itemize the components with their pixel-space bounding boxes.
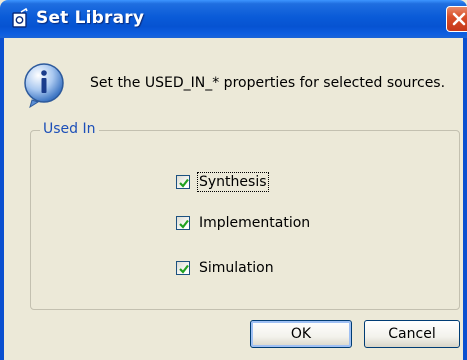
synthesis-label[interactable]: Synthesis [197, 172, 269, 192]
cancel-button[interactable]: Cancel [364, 320, 460, 348]
group-label: Used In [40, 121, 99, 137]
simulation-checkbox[interactable] [176, 261, 190, 275]
app-icon [12, 7, 30, 28]
implementation-checkbox[interactable] [176, 216, 190, 230]
close-button[interactable] [446, 6, 467, 32]
synthesis-checkbox[interactable] [176, 175, 190, 189]
dialog-message: Set the USED_IN_* properties for selecte… [90, 75, 446, 91]
implementation-label[interactable]: Implementation [199, 215, 310, 231]
close-icon [452, 12, 466, 26]
set-library-dialog: Set Library Set the USED_IN_* properties… [0, 0, 467, 360]
title-bar[interactable]: Set Library [0, 0, 467, 38]
window-border-right [463, 38, 467, 360]
ok-button[interactable]: OK [250, 320, 352, 348]
info-icon [22, 62, 68, 109]
window-title: Set Library [36, 8, 145, 28]
check-icon [179, 219, 189, 229]
simulation-label[interactable]: Simulation [199, 260, 274, 276]
check-icon [179, 264, 189, 274]
check-icon [179, 178, 189, 188]
window-border-left [0, 38, 4, 360]
